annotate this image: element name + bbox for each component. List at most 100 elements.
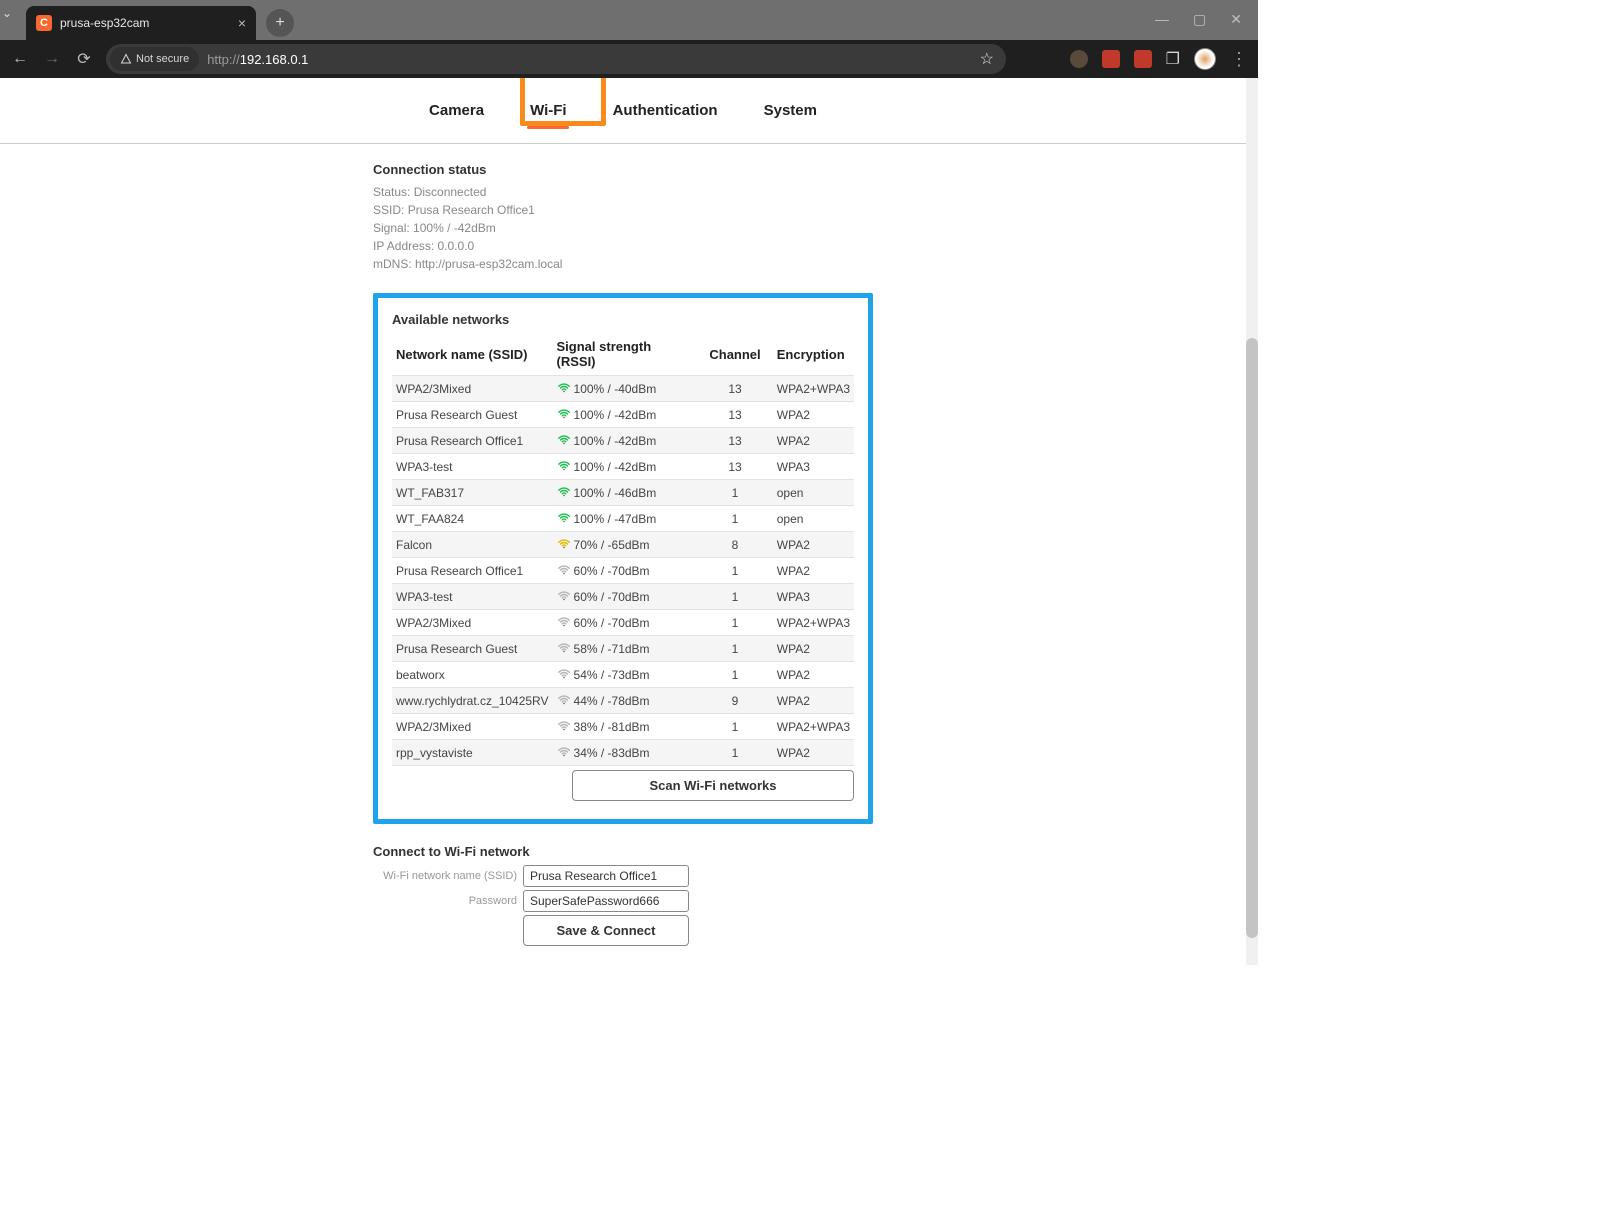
extension-icon[interactable] [1102, 50, 1120, 68]
cell-encryption: WPA2 [773, 636, 854, 662]
col-channel: Channel [697, 333, 772, 376]
cell-ssid: Prusa Research Guest [392, 636, 553, 662]
cell-ssid: WT_FAB317 [392, 480, 553, 506]
network-row[interactable]: WT_FAA824100% / -47dBm1open [392, 506, 854, 532]
cell-ssid: WPA2/3Mixed [392, 376, 553, 402]
cell-ssid: WPA2/3Mixed [392, 610, 553, 636]
network-row[interactable]: www.rychlydrat.cz_10425RV44% / -78dBm9WP… [392, 688, 854, 714]
wifi-signal-icon [557, 719, 571, 733]
cell-rssi: 70% / -65dBm [553, 532, 698, 558]
cell-ssid: beatworx [392, 662, 553, 688]
cell-rssi: 100% / -46dBm [553, 480, 698, 506]
network-row[interactable]: beatworx54% / -73dBm1WPA2 [392, 662, 854, 688]
highlight-box [520, 78, 606, 126]
cell-encryption: open [773, 506, 854, 532]
forward-icon[interactable]: → [42, 50, 62, 68]
tab-authentication[interactable]: Authentication [605, 96, 726, 125]
wifi-signal-icon [557, 615, 571, 629]
col-rssi: Signal strength (RSSI) [553, 333, 698, 376]
cell-ssid: WPA3-test [392, 454, 553, 480]
cell-channel: 13 [697, 428, 772, 454]
wifi-signal-icon [557, 693, 571, 707]
favicon-icon: C [36, 15, 52, 31]
cell-encryption: WPA2 [773, 688, 854, 714]
profile-avatar-icon[interactable] [1194, 48, 1216, 70]
not-secure-label: Not secure [136, 53, 189, 65]
window-minimize-icon[interactable]: — [1155, 11, 1169, 28]
scan-wifi-button[interactable]: Scan Wi-Fi networks [572, 770, 854, 801]
cell-encryption: WPA2 [773, 662, 854, 688]
wifi-signal-icon [557, 433, 571, 447]
extension-icon[interactable] [1070, 50, 1088, 68]
save-connect-button[interactable]: Save & Connect [523, 915, 689, 946]
new-tab-button[interactable]: + [266, 9, 294, 37]
window-close-icon[interactable]: ✕ [1230, 11, 1242, 28]
available-networks-heading: Available networks [392, 312, 854, 327]
reload-icon[interactable]: ⟳ [74, 49, 94, 69]
cell-channel: 1 [697, 636, 772, 662]
cell-channel: 1 [697, 584, 772, 610]
extensions-menu-icon[interactable]: ❐ [1166, 49, 1180, 69]
col-ssid: Network name (SSID) [392, 333, 553, 376]
window-maximize-icon[interactable]: ▢ [1193, 11, 1206, 28]
network-row[interactable]: WPA2/3Mixed100% / -40dBm13WPA2+WPA3 [392, 376, 854, 402]
tab-camera[interactable]: Camera [421, 96, 492, 125]
address-bar[interactable]: Not secure http://192.168.0.1 ☆ [106, 44, 1006, 74]
tab-system[interactable]: System [756, 96, 825, 125]
cell-rssi: 44% / -78dBm [553, 688, 698, 714]
cell-channel: 13 [697, 376, 772, 402]
cell-rssi: 100% / -42dBm [553, 454, 698, 480]
cell-encryption: WPA3 [773, 584, 854, 610]
cell-channel: 1 [697, 610, 772, 636]
cell-channel: 9 [697, 688, 772, 714]
network-row[interactable]: Prusa Research Guest100% / -42dBm13WPA2 [392, 402, 854, 428]
network-row[interactable]: Prusa Research Office1100% / -42dBm13WPA… [392, 428, 854, 454]
network-row[interactable]: WPA2/3Mixed60% / -70dBm1WPA2+WPA3 [392, 610, 854, 636]
cell-rssi: 100% / -47dBm [553, 506, 698, 532]
wifi-signal-icon [557, 641, 571, 655]
password-input[interactable] [523, 890, 689, 912]
cell-ssid: Falcon [392, 532, 553, 558]
network-row[interactable]: rpp_vystaviste34% / -83dBm1WPA2 [392, 740, 854, 766]
cell-encryption: WPA2 [773, 428, 854, 454]
extension-icon[interactable] [1134, 50, 1152, 68]
scrollbar[interactable] [1246, 78, 1258, 965]
password-input-label: Password [373, 895, 517, 907]
cell-encryption: WPA2 [773, 558, 854, 584]
back-icon[interactable]: ← [10, 50, 30, 68]
connect-heading: Connect to Wi-Fi network [373, 844, 873, 859]
network-row[interactable]: Prusa Research Office160% / -70dBm1WPA2 [392, 558, 854, 584]
scrollbar-thumb[interactable] [1246, 338, 1258, 938]
cell-ssid: Prusa Research Office1 [392, 428, 553, 454]
wifi-signal-icon [557, 563, 571, 577]
cell-ssid: WT_FAA824 [392, 506, 553, 532]
bookmark-star-icon[interactable]: ☆ [980, 49, 994, 69]
ip-row: IP Address: 0.0.0.0 [373, 237, 873, 255]
browser-menu-icon[interactable]: ⋮ [1230, 49, 1248, 70]
cell-rssi: 34% / -83dBm [553, 740, 698, 766]
ssid-input[interactable] [523, 865, 689, 887]
cell-ssid: WPA2/3Mixed [392, 714, 553, 740]
tabs-menu-icon[interactable]: ⌄ [2, 6, 12, 20]
cell-encryption: WPA2+WPA3 [773, 376, 854, 402]
network-row[interactable]: Falcon70% / -65dBm8WPA2 [392, 532, 854, 558]
network-row[interactable]: WPA3-test60% / -70dBm1WPA3 [392, 584, 854, 610]
cell-channel: 13 [697, 402, 772, 428]
network-row[interactable]: WPA3-test100% / -42dBm13WPA3 [392, 454, 854, 480]
network-row[interactable]: Prusa Research Guest58% / -71dBm1WPA2 [392, 636, 854, 662]
cell-rssi: 100% / -42dBm [553, 402, 698, 428]
wifi-signal-icon [557, 537, 571, 551]
browser-tab-strip: ⌄ C prusa-esp32cam × + — ▢ ✕ [0, 0, 1258, 40]
cell-rssi: 60% / -70dBm [553, 584, 698, 610]
networks-table: Network name (SSID) Signal strength (RSS… [392, 333, 854, 766]
browser-tab[interactable]: C prusa-esp32cam × [26, 6, 256, 40]
close-tab-icon[interactable]: × [238, 15, 246, 31]
network-row[interactable]: WT_FAB317100% / -46dBm1open [392, 480, 854, 506]
cell-channel: 1 [697, 740, 772, 766]
status-row: Status: Disconnected [373, 183, 873, 201]
network-row[interactable]: WPA2/3Mixed38% / -81dBm1WPA2+WPA3 [392, 714, 854, 740]
cell-ssid: www.rychlydrat.cz_10425RV [392, 688, 553, 714]
wifi-signal-icon [557, 407, 571, 421]
not-secure-chip[interactable]: Not secure [110, 47, 199, 71]
mdns-row: mDNS: http://prusa-esp32cam.local [373, 255, 873, 273]
